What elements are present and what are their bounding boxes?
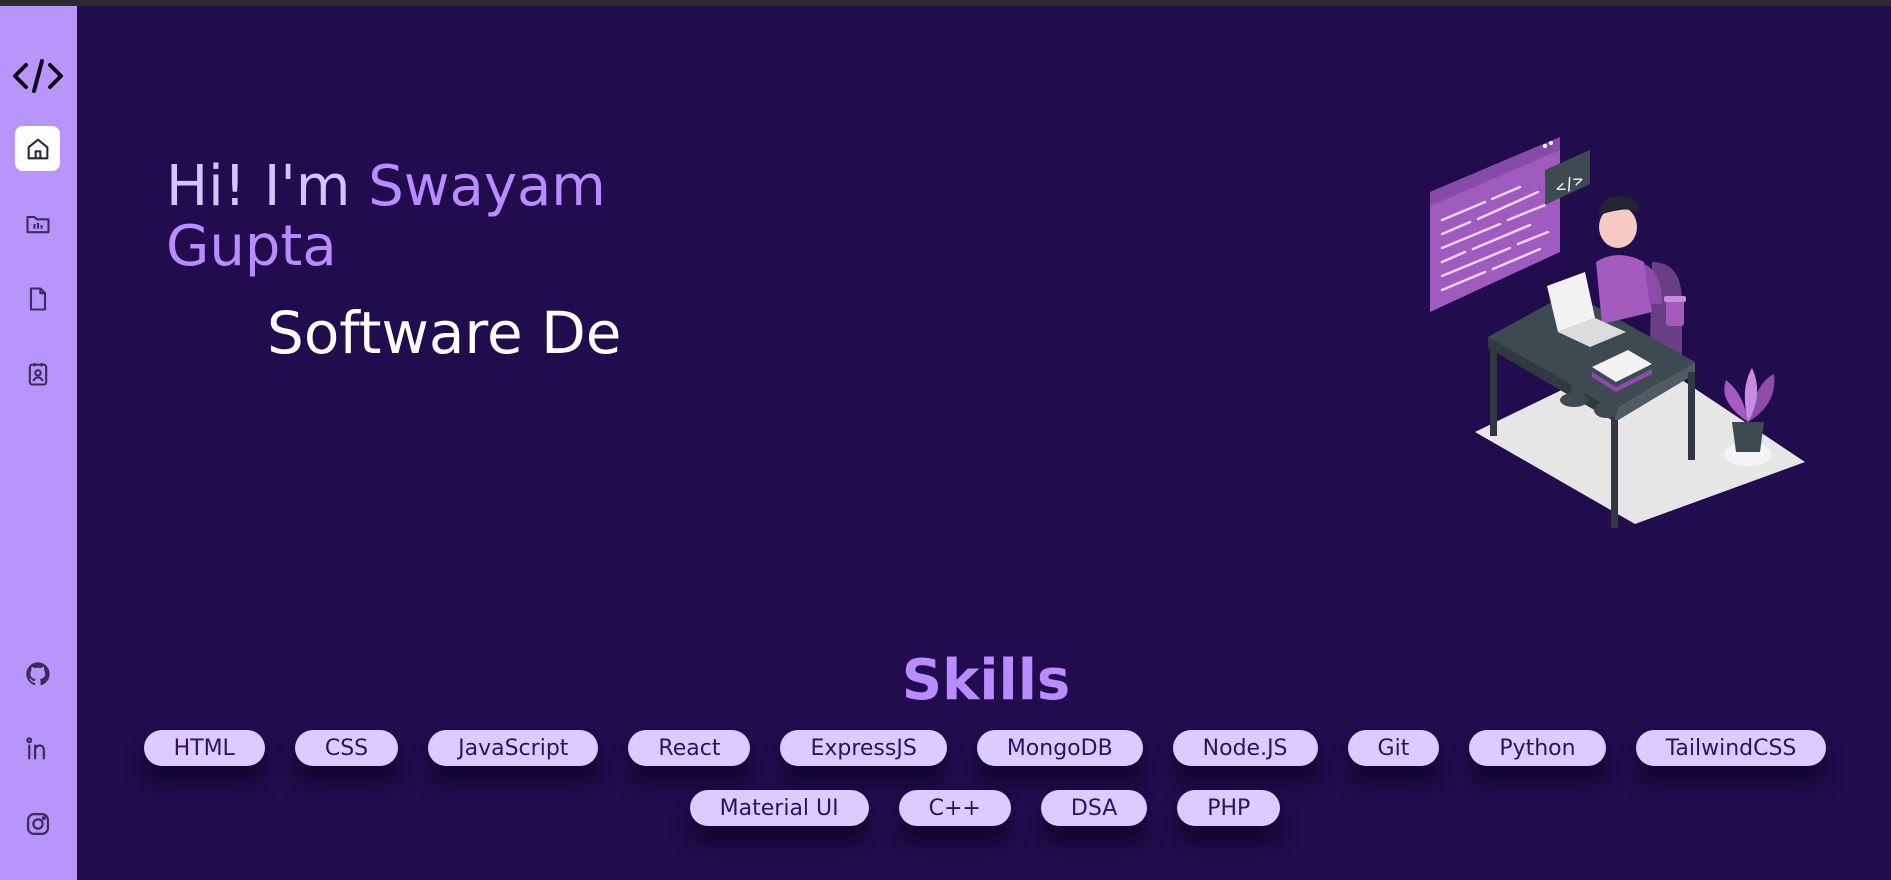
instagram-icon	[26, 812, 49, 835]
skill-chip[interactable]: Python	[1469, 730, 1606, 766]
skill-chip[interactable]: DSA	[1040, 790, 1148, 826]
sidebar	[0, 6, 77, 880]
developer-illustration: </>	[1430, 137, 1805, 528]
skills-heading: Skills	[901, 648, 1071, 713]
home-icon	[27, 138, 48, 159]
document-icon	[29, 286, 46, 311]
hero-greeting: Hi! I'm	[166, 154, 369, 219]
sidebar-item-home[interactable]	[15, 126, 60, 171]
skills-list: HTML CSS JavaScript React ExpressJS MongoDB No…	[130, 730, 1840, 826]
hero-first-name: Swayam	[368, 154, 606, 219]
skill-chip[interactable]: TailwindCSS	[1635, 730, 1827, 766]
skill-chip[interactable]: Material UI	[689, 790, 869, 826]
skill-chip[interactable]: Git	[1347, 730, 1440, 766]
skill-chip[interactable]: JavaScript	[428, 730, 599, 766]
linkedin-link[interactable]	[15, 726, 60, 771]
skill-chip[interactable]: HTML	[143, 730, 265, 766]
skill-chip[interactable]: PHP	[1177, 790, 1281, 826]
skill-chip[interactable]: React	[628, 730, 751, 766]
projects-icon	[25, 215, 50, 233]
hero-last-name: Gupta	[166, 214, 337, 279]
sidebar-item-resume[interactable]	[15, 276, 60, 321]
contact-card-icon	[28, 362, 47, 386]
sidebar-item-projects[interactable]	[15, 201, 60, 246]
sidebar-item-contact[interactable]	[15, 351, 60, 396]
skill-chip[interactable]: C++	[898, 790, 1011, 826]
hero-role-typewriter: Software De	[267, 299, 622, 367]
skill-chip[interactable]: CSS	[294, 730, 399, 766]
instagram-link[interactable]	[15, 801, 60, 846]
window-top-bar	[0, 0, 1891, 6]
skill-chip[interactable]: ExpressJS	[780, 730, 947, 766]
skill-chip[interactable]: Node.JS	[1172, 730, 1318, 766]
code-logo-icon[interactable]	[10, 51, 66, 101]
hero-heading: Hi! I'm Swayam	[166, 158, 606, 216]
skill-chip[interactable]: MongoDB	[976, 730, 1143, 766]
linkedin-icon	[25, 736, 45, 759]
